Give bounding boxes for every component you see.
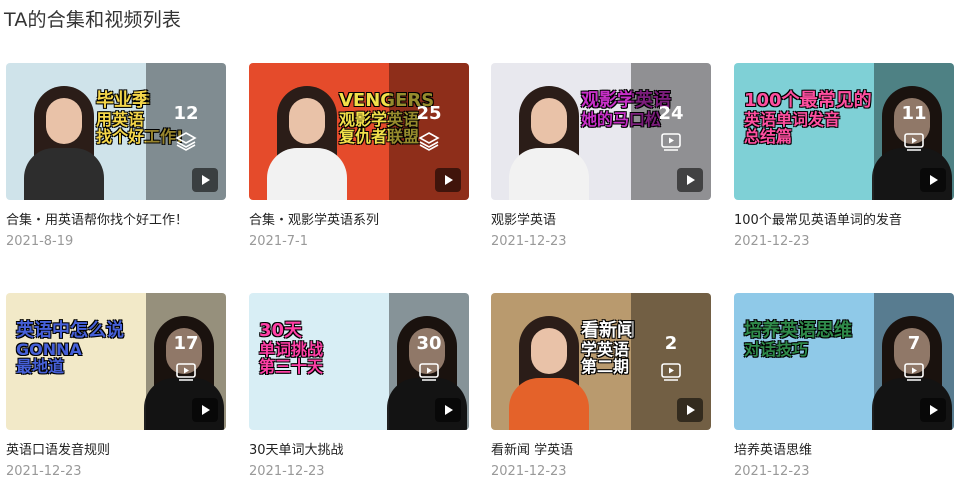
thumbnail-sign-line: 培养英语思维 — [744, 320, 852, 341]
thumbnail-sign-line: 单词挑战 — [259, 339, 324, 359]
presenter-image — [509, 80, 589, 200]
video-count: 17 — [173, 333, 199, 354]
card-date: 2021-12-23 — [491, 234, 567, 249]
play-icon[interactable] — [677, 168, 703, 192]
card-date: 2021-12-23 — [491, 464, 567, 479]
video-thumbnail[interactable]: 30天 单词挑战 第三十天 30 — [249, 293, 469, 430]
video-count: 2 — [664, 333, 678, 354]
video-count: 25 — [416, 103, 442, 124]
video-thumbnail[interactable]: 英语中怎么说 GONNA 最地道 17 — [6, 293, 226, 430]
video-count: 11 — [901, 103, 927, 124]
thumbnail-sign-line: GONNA — [16, 339, 82, 359]
video-list-icon — [661, 363, 681, 381]
card-title[interactable]: 合集・用英语帮你找个好工作！ — [6, 209, 188, 228]
card-title[interactable]: 合集・观影学英语系列 — [249, 209, 379, 228]
thumbnail-sign-line: 第三十天 — [259, 357, 324, 377]
thumbnail-sign: 100个最常见的 英语单词发音 总结篇 — [744, 91, 872, 146]
video-thumbnail[interactable]: VENGERS 观影学英语 复仇者联盟 25 — [249, 63, 469, 200]
thumbnail-sign-line: 30天 — [259, 320, 303, 341]
card-date: 2021-12-23 — [6, 464, 82, 479]
thumbnail-sign-line: 对话技巧 — [744, 339, 809, 359]
video-card[interactable]: 30天 单词挑战 第三十天 30 30天单词大挑战 2021-12-23 — [249, 293, 469, 479]
card-date: 2021-12-23 — [734, 234, 810, 249]
presenter-image — [24, 80, 104, 200]
thumbnail-sign-line: 英语单词发音 — [744, 109, 841, 129]
video-card[interactable]: 英语中怎么说 GONNA 最地道 17 英语口语发音规则 2021-12-23 — [6, 293, 226, 479]
card-title[interactable]: 观影学英语 — [491, 209, 556, 228]
video-card[interactable]: VENGERS 观影学英语 复仇者联盟 25 合集・观影学英语系列 2021-7-1 — [249, 63, 469, 249]
thumbnail-sign-line: 最地道 — [16, 357, 65, 377]
card-date: 2021-7-1 — [249, 234, 309, 249]
play-icon[interactable] — [192, 168, 218, 192]
video-list-icon — [419, 363, 439, 381]
video-thumbnail[interactable]: 100个最常见的 英语单词发音 总结篇 11 — [734, 63, 954, 200]
video-thumbnail[interactable]: 观影学英语 她的马口松 24 — [491, 63, 711, 200]
video-thumbnail[interactable]: 培养英语思维 对话技巧 7 — [734, 293, 954, 430]
play-icon[interactable] — [677, 398, 703, 422]
play-icon[interactable] — [920, 398, 946, 422]
thumbnail-sign-line: 看新闻 — [581, 320, 635, 341]
thumbnail-sign: 培养英语思维 对话技巧 — [744, 321, 852, 358]
video-count: 30 — [416, 333, 442, 354]
play-icon[interactable] — [435, 398, 461, 422]
video-card[interactable]: 观影学英语 她的马口松 24 观影学英语 2021-12-23 — [491, 63, 711, 249]
play-icon[interactable] — [192, 398, 218, 422]
page-title: TA的合集和视频列表 — [4, 9, 182, 31]
video-list-icon — [904, 363, 924, 381]
play-icon[interactable] — [435, 168, 461, 192]
play-icon[interactable] — [920, 168, 946, 192]
card-title[interactable]: 英语口语发音规则 — [6, 439, 110, 458]
card-title[interactable]: 30天单词大挑战 — [249, 439, 344, 458]
presenter-image — [509, 310, 589, 430]
thumbnail-sign-line: 第二期 — [581, 357, 630, 377]
video-count: 12 — [173, 103, 199, 124]
video-card[interactable]: 看新闻 学英语 第二期 2 看新闻 学英语 2021-12-23 — [491, 293, 711, 479]
thumbnail-sign: 看新闻 学英语 第二期 — [581, 321, 635, 376]
video-card[interactable]: 培养英语思维 对话技巧 7 培养英语思维 2021-12-23 — [734, 293, 954, 479]
card-title[interactable]: 100个最常见英语单词的发音 — [734, 209, 902, 228]
card-date: 2021-12-23 — [249, 464, 325, 479]
card-date: 2021-12-23 — [734, 464, 810, 479]
video-list-icon — [904, 133, 924, 151]
video-thumbnail[interactable]: 毕业季 用英语 找个好工作! 12 — [6, 63, 226, 200]
collection-stack-icon — [175, 132, 197, 151]
thumbnail-sign: 英语中怎么说 GONNA 最地道 — [16, 321, 124, 376]
card-title[interactable]: 看新闻 学英语 — [491, 439, 573, 458]
video-list-icon — [661, 133, 681, 151]
thumbnail-sign-line: 英语中怎么说 — [16, 320, 124, 341]
collection-stack-icon — [418, 132, 440, 151]
thumbnail-sign-line: 学英语 — [581, 339, 630, 359]
video-count: 7 — [907, 333, 921, 354]
video-list-icon — [176, 363, 196, 381]
video-card[interactable]: 100个最常见的 英语单词发音 总结篇 11 100个最常见英语单词的发音 2021… — [734, 63, 954, 249]
presenter-image — [267, 80, 347, 200]
card-title[interactable]: 培养英语思维 — [734, 439, 812, 458]
thumbnail-sign-line: 总结篇 — [744, 127, 793, 147]
card-date: 2021-8-19 — [6, 234, 74, 249]
video-count: 24 — [658, 103, 684, 124]
thumbnail-sign: 30天 单词挑战 第三十天 — [259, 321, 323, 376]
video-card[interactable]: 毕业季 用英语 找个好工作! 12 合集・用英语帮你找个好工作！ 2021-8-19 — [6, 63, 226, 249]
thumbnail-sign-line: 100个最常见的 — [744, 90, 872, 111]
video-thumbnail[interactable]: 看新闻 学英语 第二期 2 — [491, 293, 711, 430]
